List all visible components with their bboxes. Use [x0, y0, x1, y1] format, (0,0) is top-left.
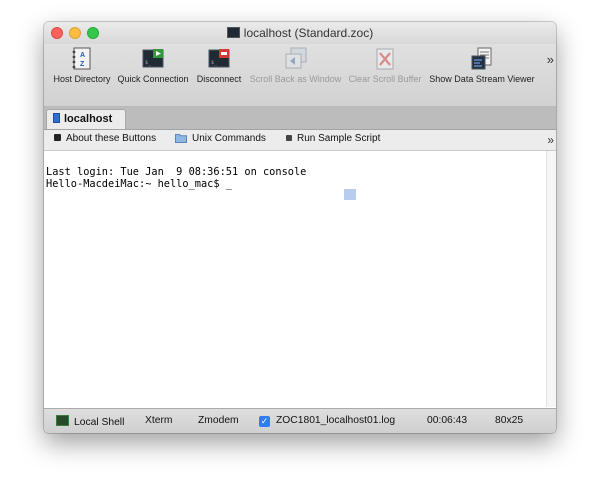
unix-commands-label: Unix Commands [192, 133, 266, 144]
terminal-output[interactable]: Last login: Tue Jan 9 08:36:51 on consol… [44, 151, 556, 407]
toolbar-overflow-chevron-icon[interactable]: » [547, 52, 554, 67]
title-bar[interactable]: localhost (Standard.zoc) [44, 22, 556, 44]
window-title: localhost (Standard.zoc) [243, 26, 374, 40]
svg-text:$_: $_ [211, 60, 218, 66]
svg-text:Z: Z [80, 61, 85, 68]
window-title-container: localhost (Standard.zoc) [44, 26, 556, 40]
scroll-back-as-window-label: Scroll Back as Window [249, 74, 342, 84]
local-shell-icon [56, 415, 69, 426]
userbar-overflow-chevron-icon[interactable]: » [547, 133, 554, 147]
svg-text:A: A [80, 52, 85, 59]
about-these-buttons-label: About these Buttons [66, 133, 157, 144]
quick-connection-button[interactable]: $_ Quick Connection [116, 47, 190, 103]
run-sample-script-button[interactable]: Run Sample Script [286, 133, 380, 144]
status-bar: Local Shell Xterm Zmodem ✓ ZOC1801_localh… [44, 408, 556, 433]
terminal-size: 80x25 [495, 415, 524, 426]
info-button-icon [54, 134, 61, 141]
script-button-icon [286, 135, 292, 141]
about-these-buttons-button[interactable]: About these Buttons [54, 133, 156, 144]
user-button-bar: About these Buttons Unix Commands Run Sa… [44, 130, 556, 151]
scrollback-icon [285, 47, 307, 69]
folder-icon [175, 134, 187, 143]
quick-connect-icon: $_ [142, 49, 164, 68]
session-timer: 00:06:43 [427, 415, 468, 426]
disconnect-button[interactable]: $_ Disconnect [191, 47, 247, 103]
session-tab-icon [53, 113, 60, 123]
terminal-line: Hello-MacdeiMac:~ hello_mac$ _ [46, 178, 232, 190]
file-transfer-status[interactable]: Zmodem [198, 415, 239, 426]
terminal-line: Last login: Tue Jan 9 08:36:51 on consol… [46, 166, 307, 178]
tab-localhost[interactable]: localhost [46, 109, 126, 129]
logging-status[interactable]: ✓ ZOC1801_localhost01.log [259, 415, 395, 427]
disconnect-icon: $_ [208, 49, 230, 68]
svg-text:$_: $_ [145, 60, 152, 66]
log-filename: ZOC1801_localhost01.log [276, 415, 396, 426]
data-stream-icon [471, 47, 492, 70]
clear-scroll-buffer-label: Clear Scroll Buffer [348, 74, 422, 84]
show-data-stream-viewer-label: Show Data Stream Viewer [429, 74, 535, 84]
tab-localhost-label: localhost [64, 113, 113, 125]
session-tab-bar: localhost [44, 107, 556, 130]
host-directory-label: Host Directory [53, 74, 111, 84]
terminal-document-icon [226, 27, 240, 38]
emulation-status[interactable]: Xterm [145, 415, 172, 426]
unix-commands-button[interactable]: Unix Commands [175, 133, 266, 144]
run-sample-script-label: Run Sample Script [297, 133, 381, 144]
disconnect-label: Disconnect [196, 74, 242, 84]
main-toolbar: A Z Host Directory $_ Quick Connection $… [44, 44, 556, 107]
zoc-terminal-window: localhost (Standard.zoc) A Z Host Direct… [44, 22, 556, 433]
scroll-back-as-window-button[interactable]: Scroll Back as Window [247, 47, 344, 103]
clear-scroll-buffer-button[interactable]: Clear Scroll Buffer [344, 47, 426, 103]
session-type-status[interactable]: Local Shell [56, 415, 124, 428]
address-book-icon: A Z [72, 47, 91, 70]
logging-checkbox[interactable]: ✓ [259, 416, 270, 427]
clear-buffer-icon [376, 48, 394, 70]
show-data-stream-viewer-button[interactable]: Show Data Stream Viewer [426, 47, 538, 103]
host-directory-button[interactable]: A Z Host Directory [48, 47, 116, 103]
quick-connection-label: Quick Connection [117, 74, 189, 84]
terminal-scrollbar[interactable] [546, 151, 556, 407]
mouse-cursor-block [344, 189, 356, 200]
session-type-label: Local Shell [74, 417, 125, 428]
